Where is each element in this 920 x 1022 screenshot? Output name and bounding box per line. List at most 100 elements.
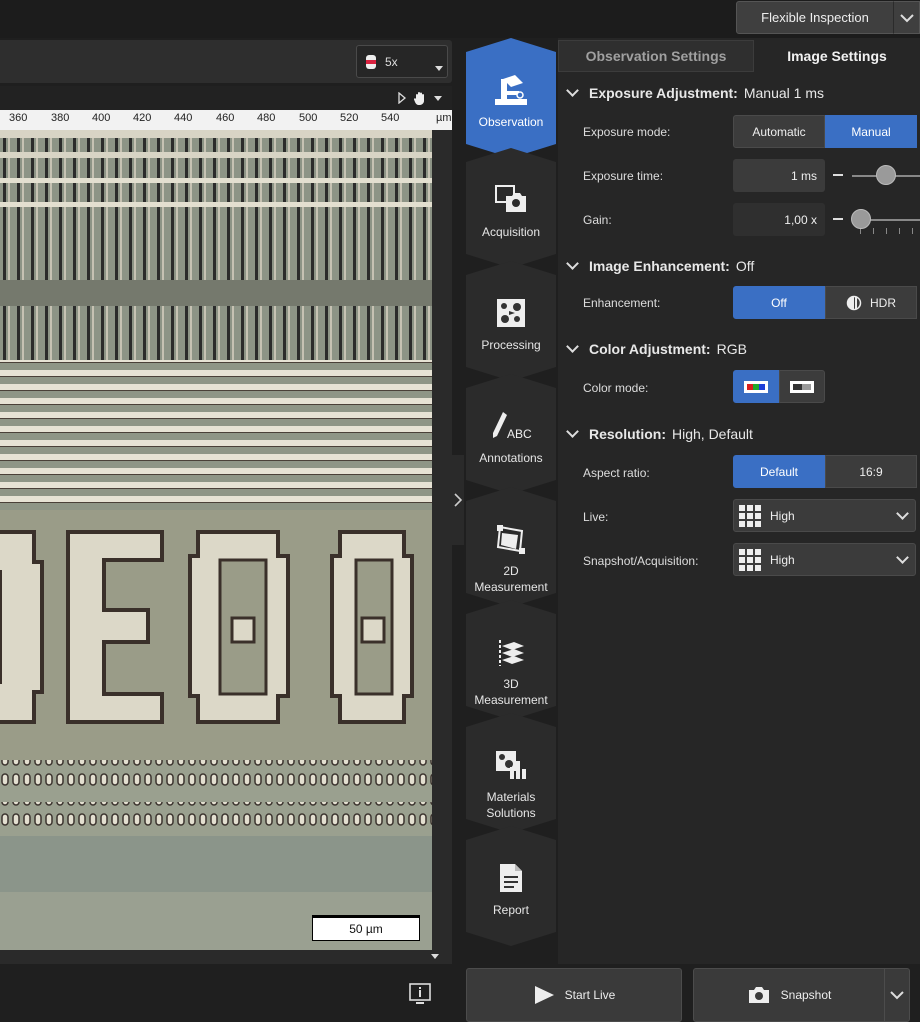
chevron-down-icon (566, 84, 579, 97)
chip-micrograph (0, 130, 432, 950)
hdr-label: HDR (870, 295, 896, 310)
pencil-abc-icon: ABC (491, 408, 532, 444)
nav-processing[interactable]: Processing (466, 261, 556, 381)
exposure-slider-knob[interactable] (876, 165, 896, 185)
nav-label: Report (492, 903, 530, 917)
ruler-label: 400 (92, 112, 111, 124)
enhancement-hdr[interactable]: HDR (825, 286, 917, 319)
exposure-mode-label: Exposure mode: (583, 125, 671, 139)
aspect-default[interactable]: Default (733, 455, 825, 488)
nav-label: Processing (481, 338, 541, 352)
play-small-icon[interactable] (397, 92, 407, 104)
enhancement-off[interactable]: Off (733, 286, 825, 319)
nav-observation[interactable]: Observation (466, 38, 556, 158)
nav-materials-solutions[interactable]: Materials Solutions (466, 713, 556, 833)
live-resolution-label: Live: (583, 510, 609, 524)
ruler-label: 520 (340, 112, 359, 124)
nav-3d-measurement[interactable]: 3D Measurement (466, 600, 556, 720)
horizontal-ruler: 360 380 400 420 440 460 480 500 520 540 … (0, 110, 452, 130)
section-summary: High, Default (672, 426, 753, 442)
nav-report[interactable]: Report (466, 826, 556, 946)
snapshot-resolution-select[interactable]: High (733, 543, 916, 576)
ruler-label: 420 (133, 112, 152, 124)
start-live-label: Start Live (564, 988, 616, 1002)
section-title: Image Enhancement: (589, 258, 730, 274)
ruler-label: 440 (174, 112, 193, 124)
rgb-color-icon (744, 380, 768, 393)
nav-acquisition[interactable]: Acquisition (466, 148, 556, 268)
live-resolution-select[interactable]: High (733, 499, 916, 532)
nav-label: 3D Measurement (474, 677, 548, 707)
grayscale-icon (790, 380, 814, 393)
tab-image-settings[interactable]: Image Settings (754, 40, 920, 72)
pan-hand-icon[interactable] (412, 90, 428, 106)
chevron-right-icon (454, 493, 462, 507)
chevron-down-icon (899, 13, 914, 22)
viewer-subtoolbar (0, 86, 452, 110)
magnification-value: 5x (385, 54, 398, 69)
microscope-image[interactable]: 50 µm (0, 130, 432, 950)
hdr-icon (846, 295, 862, 310)
measure-2d-icon (494, 521, 528, 557)
gain-slider-knob[interactable] (851, 209, 871, 229)
aspect-16-9[interactable]: 16:9 (825, 455, 917, 488)
color-section-header[interactable]: Color Adjustment: RGB (566, 340, 747, 357)
nav-label: Materials Solutions (486, 790, 536, 820)
exposure-section-header[interactable]: Exposure Adjustment: Manual 1 ms (566, 84, 824, 101)
scroll-down-caret-icon[interactable] (431, 954, 439, 959)
scale-bar: 50 µm (312, 915, 420, 941)
settings-tabs: Observation Settings Image Settings (558, 40, 920, 72)
snapshot-button[interactable]: Snapshot (693, 968, 885, 1022)
snapshot-label: Snapshot (780, 988, 832, 1002)
ruler-unit: µm (436, 112, 452, 124)
resolution-section-header[interactable]: Resolution: High, Default (566, 425, 753, 442)
magnification-select[interactable]: 5x (356, 45, 448, 78)
minus-icon[interactable] (833, 218, 843, 220)
side-navigation: Observation Acquisition Processing ABC A… (466, 38, 556, 946)
mode-dropdown-arrow[interactable] (893, 1, 920, 34)
vertical-scrollbar[interactable] (432, 130, 452, 950)
nav-label: 2D Measurement (474, 564, 548, 594)
exposure-mode-automatic[interactable]: Automatic (733, 115, 825, 148)
tab-observation-settings[interactable]: Observation Settings (558, 40, 754, 72)
enhancement-section-header[interactable]: Image Enhancement: Off (566, 257, 754, 274)
exposure-time-field[interactable]: 1 ms (733, 159, 825, 192)
chevron-down-icon (566, 425, 579, 438)
snapshot-resolution-label: Snapshot/Acquisition: (583, 554, 699, 568)
section-summary: Manual 1 ms (743, 85, 824, 101)
ruler-label: 540 (381, 112, 400, 124)
ruler-label: 480 (257, 112, 276, 124)
objective-lens-icon (366, 54, 376, 69)
color-mode-grayscale[interactable] (779, 370, 825, 403)
gain-label: Gain: (583, 213, 612, 227)
nav-2d-measurement[interactable]: 2D Measurement (466, 487, 556, 607)
chevron-down-icon (890, 991, 904, 1000)
aspect-ratio-label: Aspect ratio: (583, 466, 650, 480)
chevron-down-icon (896, 507, 909, 520)
pan-caret-icon[interactable] (434, 96, 442, 101)
grid-icon (739, 548, 761, 571)
color-mode-rgb[interactable] (733, 370, 779, 403)
chevron-down-icon (566, 257, 579, 270)
info-monitor-icon[interactable] (408, 982, 432, 1006)
nav-label: Acquisition (481, 225, 541, 239)
start-live-button[interactable]: Start Live (466, 968, 682, 1022)
minus-icon[interactable] (833, 174, 843, 176)
microscope-icon (493, 72, 529, 108)
horizontal-scrollbar[interactable] (0, 950, 452, 964)
flexible-inspection-button[interactable]: Flexible Inspection (736, 1, 894, 34)
snapshot-options-button[interactable] (884, 968, 910, 1022)
gain-field[interactable]: 1,00 x (733, 203, 825, 236)
nav-annotations[interactable]: ABC Annotations (466, 374, 556, 494)
caret-down-icon (435, 66, 443, 71)
exposure-time-label: Exposure time: (583, 169, 664, 183)
section-summary: RGB (716, 341, 747, 357)
section-title: Exposure Adjustment: (589, 85, 738, 101)
ruler-label: 460 (216, 112, 235, 124)
ruler-label: 360 (9, 112, 28, 124)
nav-label: Annotations (479, 451, 543, 465)
panel-collapse-toggle[interactable] (452, 455, 464, 545)
exposure-mode-manual[interactable]: Manual (825, 115, 917, 148)
color-mode-label: Color mode: (583, 381, 649, 395)
gain-slider-ticks (860, 228, 920, 234)
